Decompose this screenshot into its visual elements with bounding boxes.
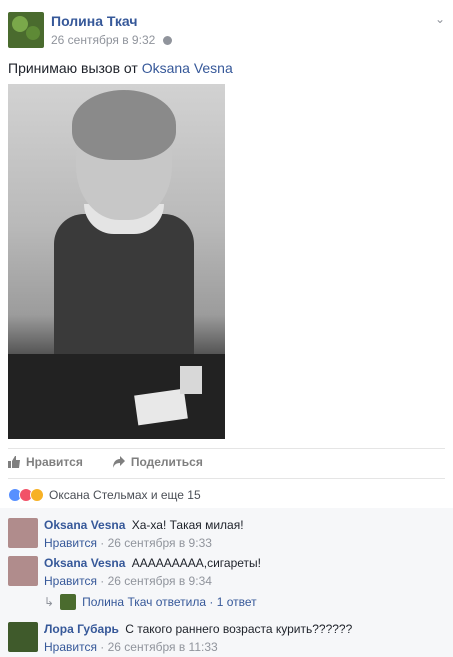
comment-body: Oksana Vesna Ха-ха! Такая милая! [44,518,244,532]
photo-box [180,366,202,394]
reactions-summary[interactable]: Оксана Стельмах и еще 15 [8,488,201,502]
post-timestamp[interactable]: 26 сентября в 9:32 [51,33,155,47]
comment-like-link[interactable]: Нравится [44,574,97,588]
post-text: Принимаю вызов от Oksana Vesna [8,60,233,76]
comment-like-link[interactable]: Нравится [44,536,97,550]
comment-meta: Нравится · 26 сентября в 9:33 [44,536,212,550]
commenter-avatar[interactable] [8,622,38,652]
replies-link[interactable]: ↳ Полина Ткач ответила · 1 ответ [44,594,257,610]
comment-author[interactable]: Oksana Vesna [44,518,125,532]
post-actions: Нравится Поделиться [8,455,203,469]
reactions-text[interactable]: Оксана Стельмах и еще 15 [49,488,201,502]
haha-reaction-icon [30,488,44,502]
share-button[interactable]: Поделиться [112,455,203,469]
comment-date[interactable]: · 26 сентября в 11:33 [100,640,217,654]
comment-meta: Нравится · 26 сентября в 11:33 [44,640,218,654]
post-meta: 26 сентября в 9:32 [51,33,173,47]
comment-author[interactable]: Oksana Vesna [44,556,125,570]
author-name[interactable]: Полина Ткач [51,13,138,29]
photo-hair [72,90,176,160]
avatar-foliage [26,26,40,40]
commenter-avatar[interactable] [8,556,38,586]
comment-like-link[interactable]: Нравится [44,640,97,654]
reply-avatar [60,594,77,610]
comment-text: ААААААААА,сигареты! [131,556,261,570]
divider [8,448,445,449]
comment-meta: Нравится · 26 сентября в 9:34 [44,574,212,588]
privacy-globe-icon[interactable] [163,35,173,45]
post-text-prefix: Принимаю вызов от [8,60,138,76]
comment-text: Ха-ха! Такая милая! [131,518,244,532]
comment-body: Лора Губарь С такого раннего возраста ку… [44,622,352,636]
divider [8,478,445,479]
thumbs-up-icon [8,456,20,468]
author-avatar[interactable] [8,12,44,48]
facebook-post: Полина Ткач 26 сентября в 9:32 ⌄ Принима… [0,0,453,657]
chevron-down-icon[interactable]: ⌄ [435,12,445,26]
comment-date[interactable]: · 26 сентября в 9:33 [100,536,212,550]
comment-author[interactable]: Лора Губарь [44,622,119,636]
mention-link[interactable]: Oksana Vesna [142,60,233,76]
like-button[interactable]: Нравится [8,455,83,469]
reply-arrow-icon: ↳ [44,595,55,609]
photo-dress [54,214,194,374]
commenter-avatar[interactable] [8,518,38,548]
replies-text[interactable]: Полина Ткач ответила · 1 ответ [82,595,257,609]
comment-body: Oksana Vesna ААААААААА,сигареты! [44,556,261,570]
post-photo[interactable] [8,84,225,439]
share-arrow-icon [112,456,125,468]
comment-text: С такого раннего возраста курить?????? [125,622,353,636]
like-label: Нравится [26,455,83,469]
comment-date[interactable]: · 26 сентября в 9:34 [100,574,212,588]
share-label: Поделиться [130,455,203,469]
